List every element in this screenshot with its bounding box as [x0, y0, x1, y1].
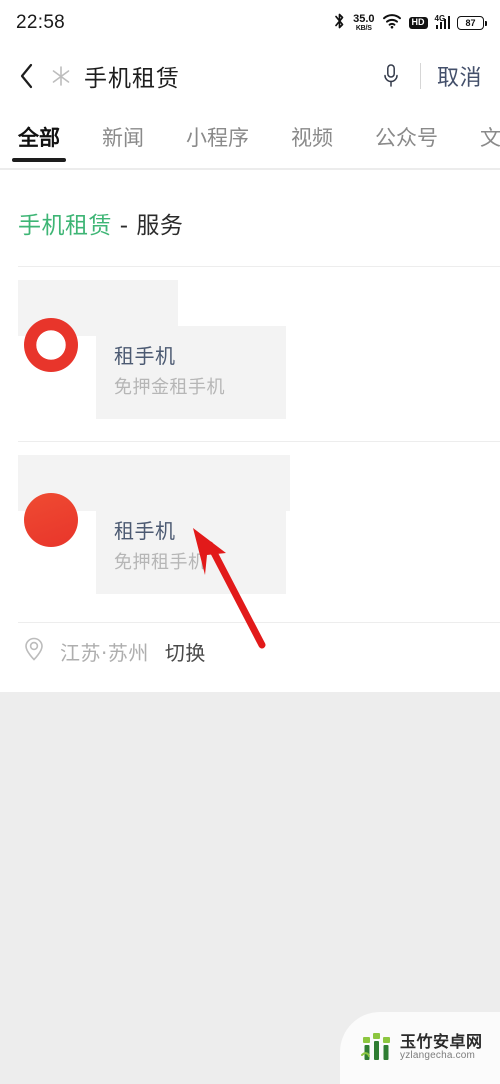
tab-news[interactable]: 新闻 [102, 106, 144, 168]
tab-article[interactable]: 文 [480, 106, 500, 168]
jd-logo-icon [24, 318, 78, 372]
search-divider [419, 63, 421, 89]
item-title: 租手机 [114, 344, 176, 368]
section-heading-keyword: 手机租赁 [18, 213, 112, 239]
wifi-icon [382, 13, 402, 34]
back-chevron-icon[interactable] [14, 62, 40, 90]
network-speed-indicator: 35.0 KB/S [353, 13, 375, 33]
hd-icon: HD [408, 17, 428, 29]
signal-icon: 4G [434, 14, 450, 29]
battery-level: 87 [465, 17, 476, 28]
list-item[interactable]: 租手机 免押金租手机 [0, 266, 500, 441]
location-row[interactable]: 江苏·苏州 切换 [0, 622, 500, 680]
section-heading: 手机租赁 - 服务 [0, 170, 500, 240]
network-speed-unit: KB/S [355, 25, 372, 32]
tab-official[interactable]: 公众号 [375, 106, 438, 168]
watermark-text: 玉竹安卓网 yzlangecha.com [400, 1034, 483, 1061]
bamboo-logo-icon [360, 1028, 394, 1069]
item-subtitle: 免押租手机 [114, 552, 207, 573]
tab-miniapp[interactable]: 小程序 [186, 106, 249, 168]
watermark-name: 玉竹安卓网 [400, 1032, 483, 1052]
search-results-panel: 手机租赁 - 服务 租手机 免押金租手机 租手机 免押租手机 江苏·苏州 切换 [0, 170, 500, 692]
item-title: 租手机 [114, 519, 176, 543]
item-text-block: 租手机 免押金租手机 [96, 326, 286, 419]
location-name: 江苏·苏州 [60, 640, 149, 665]
network-speed-value: 35.0 [353, 13, 375, 25]
item-divider [18, 441, 500, 442]
network-type-label: 4G [434, 14, 446, 23]
bluetooth-icon [333, 12, 346, 35]
tab-all[interactable]: 全部 [18, 106, 60, 168]
item-text-block: 租手机 免押租手机 [96, 501, 286, 594]
item-subtitle: 免押金租手机 [114, 377, 225, 398]
list-item[interactable]: 租手机 免押租手机 [0, 441, 500, 616]
tab-video[interactable]: 视频 [291, 106, 333, 168]
location-switch-button[interactable]: 切换 [165, 637, 206, 666]
search-bar-actions: 取消 [376, 60, 482, 92]
search-result-tabs: 全部 新闻 小程序 视频 公众号 文 [0, 106, 500, 168]
phone-screen: 22:58 35.0 KB/S HD 4G 87 手机租赁 取消 全部 新闻 小… [0, 0, 500, 1084]
watermark-url: yzlangecha.com [400, 1050, 476, 1062]
microphone-icon[interactable] [376, 63, 406, 89]
section-heading-suffix: - 服务 [112, 213, 184, 239]
red-circle-logo-icon [24, 493, 78, 547]
status-time: 22:58 [16, 12, 66, 33]
location-pin-icon [22, 635, 46, 668]
location-divider [18, 622, 500, 623]
search-bar: 手机租赁 取消 [0, 46, 500, 106]
status-bar: 22:58 35.0 KB/S HD 4G 87 [0, 0, 500, 46]
cancel-button[interactable]: 取消 [437, 60, 482, 92]
item-divider [18, 266, 500, 267]
watermark: 玉竹安卓网 yzlangecha.com [340, 1012, 500, 1084]
sparkle-icon [48, 65, 74, 87]
search-input[interactable]: 手机租赁 [84, 59, 180, 93]
status-icons: 35.0 KB/S HD 4G 87 [333, 12, 487, 35]
battery-icon: 87 [457, 16, 487, 30]
